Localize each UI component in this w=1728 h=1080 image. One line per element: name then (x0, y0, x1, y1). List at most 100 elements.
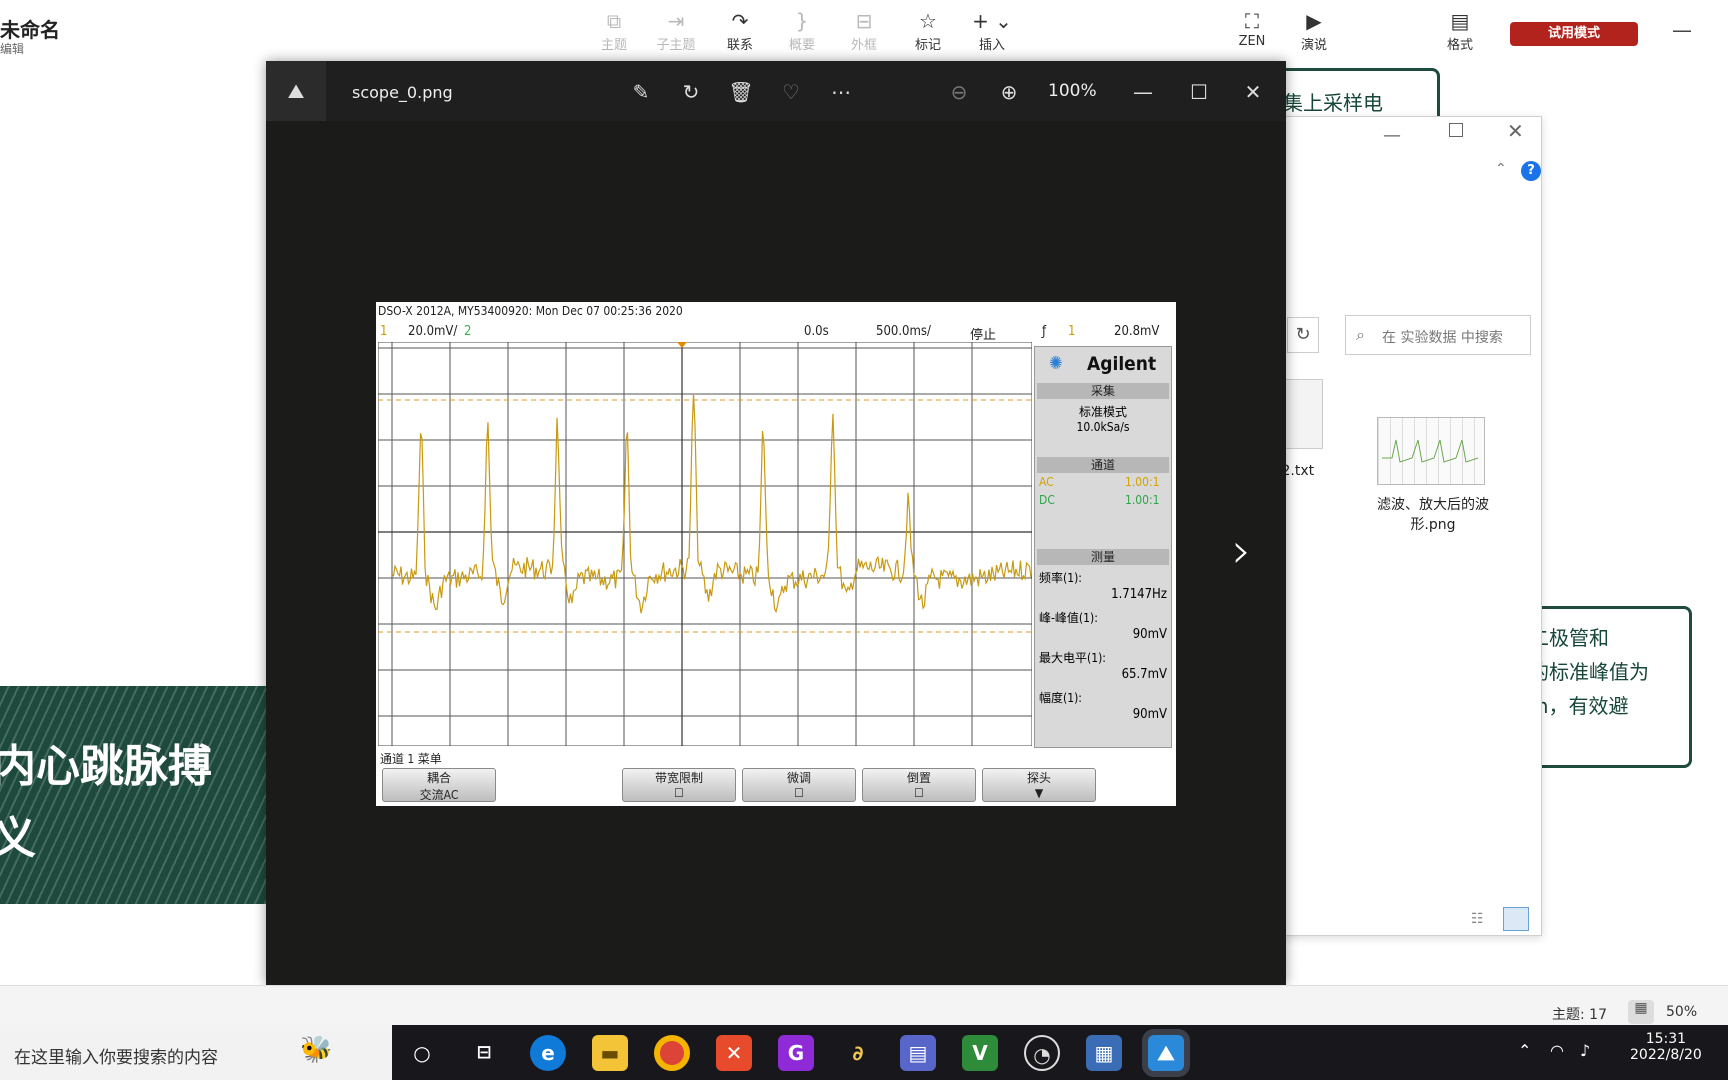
clock-date: 2022/8/20 (1630, 1047, 1702, 1063)
photos-app-icon[interactable]: ⛰ (266, 61, 326, 121)
photos-app-taskbar-icon[interactable]: ⛰ (1148, 1035, 1184, 1071)
toolbar-label: 插入 (978, 38, 1005, 53)
rotate-icon[interactable]: ↻ (676, 77, 706, 107)
taskbar-search-box[interactable]: 在这里输入你要搜索的内容 🐝 (0, 1025, 392, 1080)
large-icons-view-icon[interactable] (1503, 907, 1529, 931)
zoom-out-icon[interactable]: ⊖ (944, 77, 974, 107)
document-title[interactable]: 未命名 (0, 14, 60, 43)
toolbar-summary-button[interactable]: } 概要 (772, 8, 832, 53)
toolbar-star-button[interactable]: ☆ 标记 (898, 8, 958, 53)
obs-app-icon[interactable]: ◔ (1024, 1035, 1060, 1071)
edge-browser-icon[interactable]: e (530, 1035, 566, 1071)
toolbar-boundary-button[interactable]: ⊟ 外框 (834, 8, 894, 53)
refresh-icon[interactable]: ↻ (1287, 317, 1319, 353)
minimize-button[interactable]: — (1672, 18, 1692, 42)
banner-line: 义 (0, 813, 36, 864)
softkey-button[interactable]: 倒置 ☐ (862, 768, 976, 802)
explorer-maximize-icon[interactable] (1449, 123, 1463, 137)
spreadsheet-app-icon[interactable]: V (962, 1035, 998, 1071)
file-name: 滤波、放大后的波形.png (1377, 497, 1489, 533)
trial-mode-button[interactable]: 试用模式 (1510, 22, 1638, 46)
minimize-icon[interactable]: — (1128, 77, 1158, 107)
favorite-heart-icon[interactable]: ♡ (776, 77, 806, 107)
brand-label: Agilent (1087, 353, 1157, 375)
zoom-in-icon[interactable]: ⊕ (994, 77, 1024, 107)
softkey-button[interactable]: 带宽限制 ☐ (622, 768, 736, 802)
canvas-zoom[interactable]: 50% (1666, 1004, 1697, 1020)
toolbar-label: 概要 (788, 38, 815, 53)
toolbar-zen-button[interactable]: ⛶ ZEN (1222, 8, 1282, 49)
boundary-icon: ⊟ (855, 9, 873, 33)
xmind-icon[interactable]: ✕ (716, 1035, 752, 1071)
softkey-button[interactable]: 探头 ▼ (982, 768, 1096, 802)
toolbar-present-button[interactable]: ▶ 演说 (1284, 8, 1344, 53)
close-icon[interactable]: ✕ (1238, 77, 1268, 107)
outline-icon[interactable]: ▦ (1628, 1000, 1654, 1024)
next-image-arrow[interactable]: › (1232, 523, 1251, 579)
thumbnail-waveform (1382, 439, 1479, 463)
toolbar-label: 标记 (914, 38, 941, 53)
details-view-icon[interactable]: ☷ (1471, 911, 1484, 927)
measure-title: 测量 (1037, 549, 1169, 565)
banner-texture (0, 686, 266, 904)
mindmap-node-line: 二极管和 (1529, 626, 1609, 650)
more-options-icon[interactable]: ⋯ (826, 77, 856, 107)
softkey-value: ☐ (794, 786, 804, 800)
app-icon[interactable]: ∂ (840, 1035, 876, 1071)
topic-count: 主题: 17 (1552, 1007, 1607, 1023)
softkey-button[interactable]: 微调 ☐ (742, 768, 856, 802)
acquire-mode: 标准模式 (1078, 405, 1127, 419)
softkey-button[interactable]: 耦合 交流AC (382, 768, 496, 802)
mindmap-node-line: m，有效避 (1529, 694, 1629, 718)
file-explorer-icon[interactable]: ▬ (592, 1035, 628, 1071)
softkey-label: 倒置 (906, 771, 931, 785)
scope-side-panel: ✺ Agilent 采集 标准模式 10.0kSa/s 通道 AC 1.00:1… (1034, 346, 1172, 748)
file-item[interactable]: pe_2.txt (1257, 379, 1339, 489)
ch2-label: 2 (464, 324, 472, 339)
explorer-close-icon[interactable]: ✕ (1507, 119, 1524, 143)
measurement-value: 65.7mV (1121, 667, 1167, 682)
file-item[interactable]: 滤波、放大后的波形.png (1377, 417, 1489, 557)
softkey-label: 带宽限制 (654, 771, 703, 785)
wifi-icon[interactable]: ◠ (1550, 1041, 1564, 1060)
acquire-title: 采集 (1037, 383, 1169, 399)
toolbar-format-button[interactable]: ▤ 格式 (1430, 8, 1490, 53)
mindmap-node-right[interactable]: 二极管和 的标准峰值为 m，有效避 (1520, 606, 1692, 768)
toolbar-topic-button[interactable]: ⧉ 主题 (584, 8, 644, 53)
softkey-value: ☐ (674, 786, 684, 800)
clock[interactable]: 15:31 2022/8/20 (1630, 1031, 1702, 1063)
summary-icon: } (795, 9, 809, 33)
calculator-app-icon[interactable]: ▤ (900, 1035, 936, 1071)
explorer-search-input[interactable]: ⌕ 在 实验数据 中搜索 (1345, 315, 1531, 355)
delete-icon[interactable]: 🗑 (726, 77, 756, 107)
oscilloscope-image: DSO-X 2012A, MY53400920: Mon Dec 07 00:2… (376, 302, 1176, 806)
calculator-icon[interactable]: ▦ (1086, 1035, 1122, 1071)
toolbar-subtopic-button[interactable]: ⇥ 子主题 (646, 8, 706, 53)
softkey-value: ☐ (914, 786, 924, 800)
collapse-ribbon-icon[interactable]: ⌃ (1495, 161, 1507, 177)
mindmap-central-topic[interactable]: 内心跳脉搏 义 (0, 686, 266, 904)
cortana-icon[interactable]: ○ (404, 1035, 440, 1071)
present-icon: ▶ (1306, 9, 1322, 33)
volume-icon[interactable]: ♪ (1580, 1041, 1590, 1060)
explorer-minimize-icon[interactable]: — (1383, 125, 1401, 146)
topic-icon: ⧉ (606, 9, 622, 33)
help-icon[interactable]: ? (1521, 161, 1541, 181)
task-view-icon[interactable]: ⊟ (466, 1035, 502, 1071)
subtopic-icon: ⇥ (667, 9, 685, 33)
toolbar-plus-button[interactable]: + ⌄ 插入 (962, 8, 1022, 53)
scope-graticule (378, 342, 1032, 746)
ch1-ratio: 1.00:1 (1125, 475, 1160, 489)
chrome-browser-icon[interactable] (654, 1035, 690, 1071)
scope-header: DSO-X 2012A, MY53400920: Mon Dec 07 00:2… (378, 304, 683, 318)
edit-image-icon[interactable]: ✎ (626, 77, 656, 107)
document-subtitle: 编辑 (0, 42, 25, 56)
maximize-icon[interactable]: ☐ (1184, 77, 1214, 107)
show-hidden-icons[interactable]: ⌃ (1518, 1041, 1531, 1060)
channel-menu-title: 通道 1 菜单 (380, 752, 442, 766)
ch2-coupling: DC (1039, 493, 1055, 507)
zoom-level[interactable]: 100% (1048, 81, 1097, 101)
toolbar-label: 外框 (850, 38, 877, 53)
pdf-app-icon[interactable]: G (778, 1035, 814, 1071)
toolbar-relationship-button[interactable]: ↷ 联系 (710, 8, 770, 53)
